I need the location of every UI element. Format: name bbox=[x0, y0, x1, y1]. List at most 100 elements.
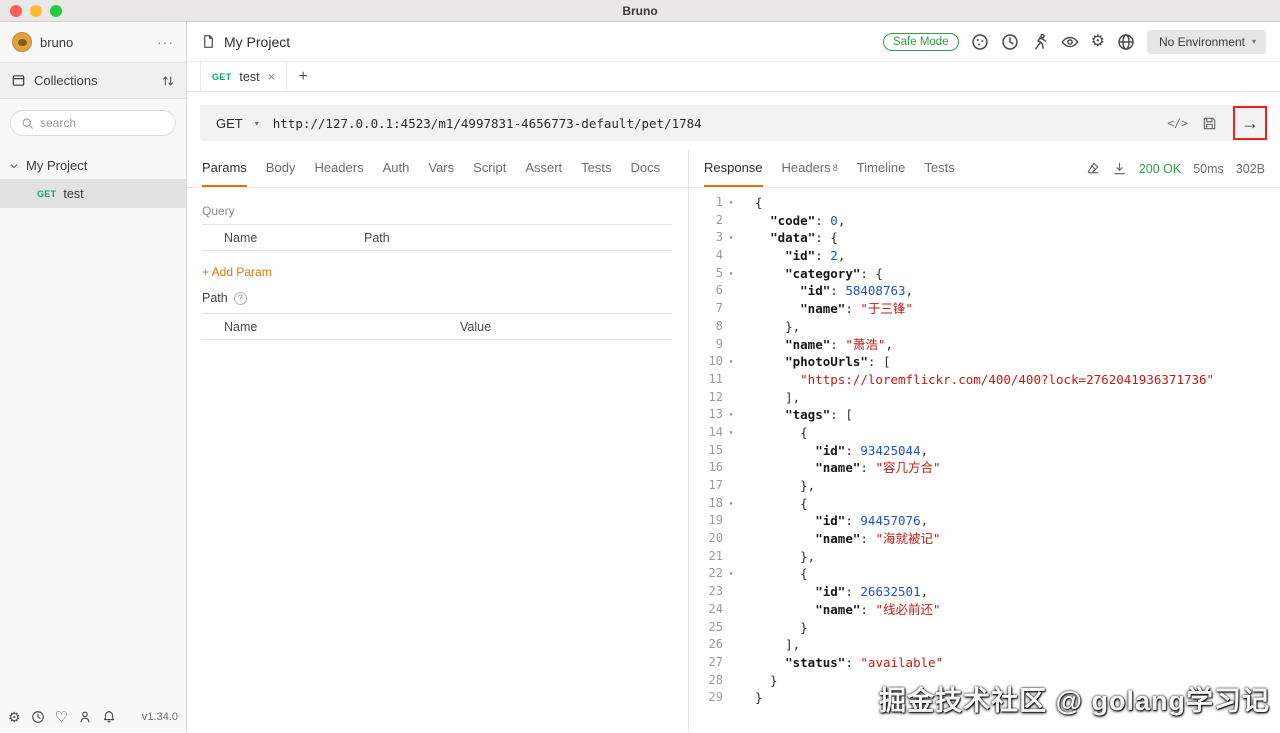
line-number: 18 bbox=[689, 495, 723, 513]
code-text: "name": "容几方合" bbox=[739, 459, 941, 477]
generate-code-icon[interactable]: </> bbox=[1167, 116, 1188, 130]
tab-params[interactable]: Params bbox=[202, 150, 247, 187]
line-number: 22 bbox=[689, 565, 723, 583]
zoom-window-button[interactable] bbox=[50, 5, 62, 17]
send-annotation-box: → bbox=[1233, 106, 1267, 140]
workspace-name: bruno bbox=[40, 35, 73, 50]
preferences-gear-icon[interactable]: ⚙ bbox=[8, 710, 21, 724]
tab-body[interactable]: Body bbox=[266, 150, 296, 187]
tab-vars[interactable]: Vars bbox=[428, 150, 454, 187]
close-tab-icon[interactable]: × bbox=[268, 69, 276, 84]
line-number: 4 bbox=[689, 247, 723, 265]
fold-arrow-icon[interactable]: ▾ bbox=[723, 265, 739, 283]
tab-response[interactable]: Response bbox=[704, 150, 763, 187]
window-controls bbox=[0, 5, 62, 17]
fold-arrow-icon[interactable]: ▾ bbox=[723, 229, 739, 247]
tab-assert[interactable]: Assert bbox=[525, 150, 562, 187]
status-badge: 200 OK bbox=[1139, 162, 1181, 176]
tab-headers[interactable]: Headers bbox=[314, 150, 363, 187]
cookie-icon[interactable] bbox=[971, 33, 989, 51]
line-number: 24 bbox=[689, 601, 723, 619]
code-line: 19 "id": 94457076, bbox=[689, 512, 1280, 530]
code-line: 2 "code": 0, bbox=[689, 212, 1280, 230]
code-line: 25 } bbox=[689, 619, 1280, 637]
code-text: }, bbox=[739, 318, 800, 336]
tab-docs[interactable]: Docs bbox=[631, 150, 661, 187]
code-text: "tags": [ bbox=[739, 406, 853, 424]
tab-script[interactable]: Script bbox=[473, 150, 506, 187]
code-text: }, bbox=[739, 548, 815, 566]
collections-header[interactable]: Collections bbox=[0, 62, 186, 99]
fold-arrow-icon[interactable]: ▾ bbox=[723, 495, 739, 513]
globe-icon[interactable] bbox=[1117, 33, 1135, 51]
header-actions: Safe Mode ⚙ No Environment ▾ bbox=[883, 30, 1266, 54]
search-box[interactable] bbox=[10, 110, 176, 136]
save-icon[interactable] bbox=[1202, 116, 1217, 131]
new-tab-button[interactable]: + bbox=[287, 62, 319, 91]
code-line: 7 "name": "于三锋" bbox=[689, 300, 1280, 318]
tab-response-tests[interactable]: Tests bbox=[924, 150, 954, 187]
workspace-row[interactable]: bruno ··· bbox=[0, 22, 186, 62]
line-number: 13 bbox=[689, 406, 723, 424]
code-line: 29} bbox=[689, 689, 1280, 707]
method-selector[interactable]: GET ▾ bbox=[200, 116, 271, 131]
tab-tests[interactable]: Tests bbox=[581, 150, 611, 187]
fold-arrow-icon[interactable]: ▾ bbox=[723, 424, 739, 442]
params-panel: Query Name Path + Add Param Path ? Name … bbox=[187, 188, 688, 344]
code-text: } bbox=[739, 619, 808, 637]
request-item-test[interactable]: GET test bbox=[0, 179, 186, 208]
fold-arrow-icon[interactable]: ▾ bbox=[723, 406, 739, 424]
code-text: ], bbox=[739, 636, 800, 654]
collection-item-my-project[interactable]: My Project bbox=[0, 152, 186, 179]
support-heart-icon[interactable]: ♡ bbox=[55, 710, 68, 725]
help-icon[interactable]: ? bbox=[234, 292, 247, 305]
tab-name-label: test bbox=[239, 70, 259, 84]
bruno-logo bbox=[12, 32, 32, 52]
fold-arrow-icon[interactable]: ▾ bbox=[723, 565, 739, 583]
workspace-menu-button[interactable]: ··· bbox=[157, 34, 174, 50]
settings-gear-icon[interactable]: ⚙ bbox=[1091, 34, 1105, 50]
line-number: 14 bbox=[689, 424, 723, 442]
tab-timeline[interactable]: Timeline bbox=[857, 150, 906, 187]
response-code[interactable]: 1▾{2 "code": 0,3▾ "data": {4 "id": 2,5▾ … bbox=[689, 188, 1280, 732]
line-number: 3 bbox=[689, 229, 723, 247]
code-line: 20 "name": "海就被记" bbox=[689, 530, 1280, 548]
add-param-link[interactable]: + Add Param bbox=[202, 265, 673, 279]
fold-arrow-icon[interactable]: ▾ bbox=[723, 194, 739, 212]
code-line: 17 }, bbox=[689, 477, 1280, 495]
request-tab-test[interactable]: GET test × bbox=[200, 62, 287, 91]
code-line: 16 "name": "容几方合" bbox=[689, 459, 1280, 477]
code-text: "id": 26632501, bbox=[739, 583, 928, 601]
account-person-icon[interactable] bbox=[78, 710, 92, 724]
tab-auth[interactable]: Auth bbox=[383, 150, 410, 187]
notifications-bell-icon[interactable] bbox=[102, 710, 116, 724]
sort-collections-icon[interactable] bbox=[161, 74, 175, 88]
history-clock-icon[interactable] bbox=[31, 710, 45, 724]
line-number: 9 bbox=[689, 336, 723, 354]
fold-arrow-icon[interactable]: ▾ bbox=[723, 353, 739, 371]
url-input[interactable]: http://127.0.0.1:4523/m1/4997831-4656773… bbox=[271, 116, 1167, 131]
response-pane-tabs: Response Headers8 Timeline Tests 200 OK … bbox=[689, 150, 1280, 188]
eye-icon[interactable] bbox=[1061, 33, 1079, 51]
environment-selector[interactable]: No Environment ▾ bbox=[1147, 30, 1266, 54]
code-text: "status": "available" bbox=[739, 654, 943, 672]
send-request-button[interactable]: → bbox=[1241, 114, 1259, 132]
tab-response-headers[interactable]: Headers8 bbox=[782, 150, 838, 187]
minimize-window-button[interactable] bbox=[30, 5, 42, 17]
query-params-table-header: Name Path bbox=[202, 224, 672, 251]
tab-method-label: GET bbox=[212, 72, 231, 82]
history-clock-icon[interactable] bbox=[1001, 33, 1019, 51]
runner-icon[interactable] bbox=[1031, 33, 1049, 51]
line-number: 6 bbox=[689, 282, 723, 300]
download-response-icon[interactable] bbox=[1112, 161, 1127, 176]
clear-response-icon[interactable] bbox=[1085, 161, 1100, 176]
chevron-down-icon: ▾ bbox=[1252, 37, 1256, 46]
line-number: 8 bbox=[689, 318, 723, 336]
column-header-value: Value bbox=[460, 320, 491, 334]
search-input[interactable] bbox=[40, 116, 160, 130]
line-number: 21 bbox=[689, 548, 723, 566]
line-number: 28 bbox=[689, 672, 723, 690]
code-line: 6 "id": 58408763, bbox=[689, 282, 1280, 300]
close-window-button[interactable] bbox=[10, 5, 22, 17]
code-line: 1▾{ bbox=[689, 194, 1280, 212]
